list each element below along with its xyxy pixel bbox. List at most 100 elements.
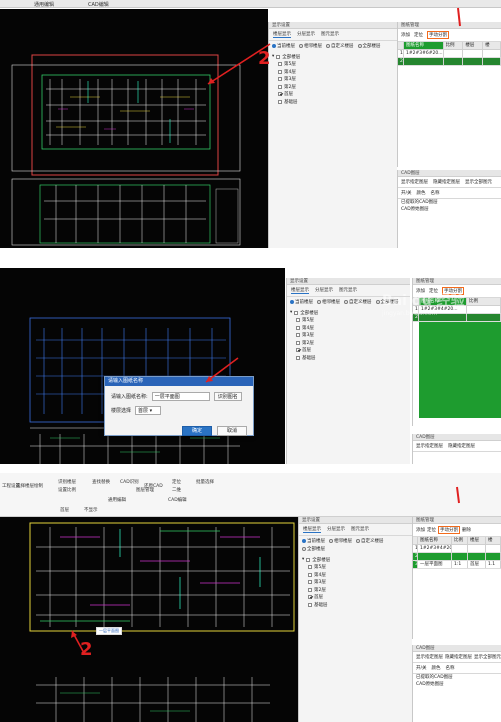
- cancel-button[interactable]: 取消: [217, 426, 247, 436]
- floor-item[interactable]: 第5层: [290, 317, 407, 325]
- ok-button[interactable]: 确定: [182, 426, 212, 436]
- list-item[interactable]: 已提取的CAD图层: [398, 199, 501, 206]
- ribbon-general-edit[interactable]: 通用编辑: [108, 497, 126, 503]
- radio-adjacent-floor[interactable]: 相邻楼层: [317, 299, 340, 305]
- table-row[interactable]: 1 1#2#3#6#20...: [398, 50, 501, 58]
- collapse-icon[interactable]: ▾: [302, 557, 304, 562]
- radio-all-floors[interactable]: 全部楼层: [357, 43, 381, 49]
- floor-item[interactable]: 第3层: [272, 76, 394, 84]
- col-scale[interactable]: 比例: [452, 537, 468, 544]
- hide-layer-button[interactable]: 隐藏指定图层: [448, 443, 475, 449]
- floor-select[interactable]: 首层 ▾: [135, 406, 162, 415]
- col-drawing-name[interactable]: 图纸名称: [418, 537, 452, 544]
- show-all-button[interactable]: 显示全部图元: [465, 179, 492, 185]
- radio-all-floors[interactable]: 全部楼层: [302, 546, 325, 552]
- radio-custom-floor[interactable]: 自定义楼层: [356, 538, 384, 544]
- table-row[interactable]: 2: [413, 553, 501, 561]
- radio-current-floor[interactable]: 当前楼层: [290, 299, 313, 305]
- drawing-name-input[interactable]: 一层平面图: [151, 392, 210, 401]
- tab-element-display[interactable]: 图元显示: [351, 526, 369, 533]
- locate-button[interactable]: 定位: [414, 32, 423, 38]
- show-layer-button[interactable]: 显示指定图层: [416, 443, 443, 449]
- tab-floor-display[interactable]: 楼层显示: [273, 31, 291, 38]
- manual-split-button[interactable]: 手动分割: [438, 526, 460, 534]
- cad-canvas[interactable]: 一层平面图: [0, 517, 298, 722]
- hide-layer-button[interactable]: 隐藏指定图层: [433, 179, 460, 185]
- floor-item[interactable]: 第3层: [290, 332, 407, 340]
- floor-item[interactable]: 第4层: [290, 324, 407, 332]
- ribbon-identify-floor[interactable]: 识别楼层: [58, 479, 76, 485]
- radio-custom-floor[interactable]: 自定义楼层: [326, 43, 354, 49]
- collapse-icon[interactable]: ▾: [290, 310, 292, 315]
- col-drawing-name[interactable]: 图纸名称: [403, 42, 444, 49]
- tab-element-display[interactable]: 图元显示: [321, 31, 339, 38]
- radio-adjacent-floor[interactable]: 相邻楼层: [329, 538, 352, 544]
- ribbon-batch-select[interactable]: 批量选择: [196, 479, 214, 485]
- tab-floor-display[interactable]: 楼层显示: [303, 526, 321, 533]
- status-floor[interactable]: 首层: [60, 507, 69, 513]
- floor-item[interactable]: 第4层: [302, 571, 409, 579]
- collapse-icon[interactable]: ▾: [272, 54, 274, 59]
- tab-layer-display[interactable]: 分层显示: [327, 526, 345, 533]
- status-display[interactable]: 不显示: [84, 507, 98, 513]
- floor-item[interactable]: 基础层: [272, 98, 394, 106]
- floor-item[interactable]: 第5层: [302, 564, 409, 572]
- col-floor[interactable]: 楼层: [463, 42, 484, 49]
- col-floor[interactable]: 楼层: [468, 537, 486, 544]
- radio-current-floor[interactable]: 当前楼层: [302, 538, 325, 544]
- ribbon-cad-edit[interactable]: CAD编辑: [168, 497, 187, 503]
- col-scale[interactable]: 比例: [467, 298, 501, 305]
- ribbon-find-replace[interactable]: 查找替换: [92, 479, 110, 485]
- floor-item[interactable]: 基础层: [290, 354, 407, 362]
- col-extra[interactable]: 楼: [483, 42, 501, 49]
- tab-layer-display[interactable]: 分层显示: [315, 287, 333, 294]
- floor-item[interactable]: 第2层: [272, 83, 394, 91]
- radio-custom-floor[interactable]: 自定义楼层: [344, 299, 372, 305]
- menu-cad-edit[interactable]: CAD编辑: [88, 1, 109, 8]
- col-scale[interactable]: 比例: [444, 42, 464, 49]
- display-settings-panel: 显示设置 楼层显示 分层显示 图元显示 当前楼层 相邻楼层 自定义楼层 全部楼层…: [298, 517, 412, 722]
- ribbon-cad-identify[interactable]: CAD识别: [120, 479, 139, 485]
- floor-item[interactable]: 第5层: [272, 61, 394, 69]
- table-row[interactable]: 3 一层平面图 1:1 首层 1.1: [413, 561, 501, 569]
- cad-canvas[interactable]: [0, 9, 268, 248]
- show-layer-button[interactable]: 显示指定图层: [401, 179, 428, 185]
- list-item[interactable]: CAD原始图层: [398, 206, 501, 213]
- floor-item[interactable]: 第4层: [272, 68, 394, 76]
- hide-layer-button[interactable]: 隐藏指定图层: [445, 654, 472, 660]
- tab-element-display[interactable]: 图元显示: [339, 287, 357, 294]
- ribbon-set-scale[interactable]: 设置比例: [58, 487, 76, 493]
- floor-item[interactable]: 第2层: [302, 586, 409, 594]
- floor-item[interactable]: 首层: [302, 594, 409, 602]
- ribbon-layer-mgmt[interactable]: 图层管理: [136, 487, 154, 493]
- floor-item[interactable]: 基础层: [302, 601, 409, 609]
- table-row[interactable]: 1 1#2#3#4#20...: [413, 545, 501, 553]
- tab-floor-display[interactable]: 楼层显示: [291, 287, 309, 294]
- ribbon-2d[interactable]: 二维: [172, 487, 181, 493]
- list-item[interactable]: CAD原始图层: [413, 681, 501, 688]
- ribbon-draw[interactable]: 绘制: [34, 483, 43, 489]
- locate-button[interactable]: 定位: [427, 527, 436, 533]
- floor-item[interactable]: 第3层: [302, 579, 409, 587]
- tab-layer-display[interactable]: 分层显示: [297, 31, 315, 38]
- show-layer-button[interactable]: 显示指定图层: [416, 654, 443, 660]
- identify-name-button[interactable]: 识别图名: [213, 392, 242, 401]
- floor-item[interactable]: 第2层: [290, 339, 407, 347]
- ribbon-locate[interactable]: 定位: [172, 479, 181, 485]
- manual-split-button[interactable]: 手动分割: [427, 31, 449, 39]
- radio-adjacent-floor[interactable]: 相邻楼层: [299, 43, 322, 49]
- floor-item[interactable]: 首层: [272, 91, 394, 99]
- floor-item[interactable]: 首层: [290, 347, 407, 355]
- col-extra[interactable]: 楼: [486, 537, 501, 544]
- table-row[interactable]: 2: [398, 58, 501, 66]
- ribbon-select-floor[interactable]: 选择楼层: [16, 483, 34, 489]
- delete-button[interactable]: 删除: [462, 527, 471, 533]
- show-all-button[interactable]: 显示全部图元: [474, 654, 501, 660]
- menu-general-edit[interactable]: 通用编辑: [34, 1, 54, 8]
- tree-root[interactable]: ▾ 全部楼层: [272, 53, 394, 61]
- list-item[interactable]: 已提取的CAD图层: [413, 674, 501, 681]
- add-button[interactable]: 添加: [416, 527, 425, 533]
- tree-root[interactable]: ▾ 全部楼层: [302, 556, 409, 564]
- add-button[interactable]: 添加: [401, 32, 410, 38]
- radio-current-floor[interactable]: 当前楼层: [272, 43, 295, 49]
